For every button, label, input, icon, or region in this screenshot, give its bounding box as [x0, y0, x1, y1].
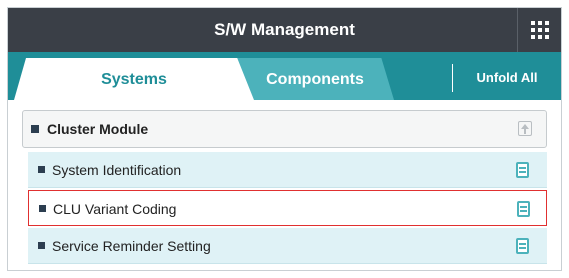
unfold-all-button[interactable]: Unfold All: [452, 64, 561, 92]
tab-bar: Components Systems Unfold All: [8, 52, 561, 100]
list-item-clu-variant-coding[interactable]: CLU Variant Coding: [28, 190, 547, 226]
list-item-label: System Identification: [52, 162, 182, 178]
list-item-service-reminder-setting[interactable]: Service Reminder Setting: [28, 228, 547, 264]
bullet-icon: [38, 166, 45, 173]
upload-icon[interactable]: [518, 121, 532, 136]
document-icon[interactable]: [516, 162, 529, 178]
group-cluster-module[interactable]: Cluster Module: [22, 110, 547, 148]
page-title: S/W Management: [214, 20, 355, 39]
header-bar: S/W Management: [8, 8, 561, 52]
list-item-label: CLU Variant Coding: [53, 201, 177, 217]
list-item-label: Service Reminder Setting: [52, 238, 211, 254]
system-list: Cluster Module System Identification CLU…: [14, 100, 555, 270]
document-icon[interactable]: [517, 201, 530, 217]
bullet-icon: [31, 125, 39, 133]
bullet-icon: [38, 242, 45, 249]
group-label: Cluster Module: [47, 121, 149, 137]
tab-systems[interactable]: Systems: [14, 58, 254, 100]
tab-components[interactable]: Components: [240, 58, 390, 100]
document-icon[interactable]: [516, 238, 529, 254]
list-item-system-identification[interactable]: System Identification: [28, 152, 547, 188]
bullet-icon: [39, 205, 46, 212]
menu-button[interactable]: [517, 8, 561, 52]
grid-icon: [530, 21, 549, 39]
app-window: S/W Management Components Systems Unfold…: [7, 7, 562, 271]
